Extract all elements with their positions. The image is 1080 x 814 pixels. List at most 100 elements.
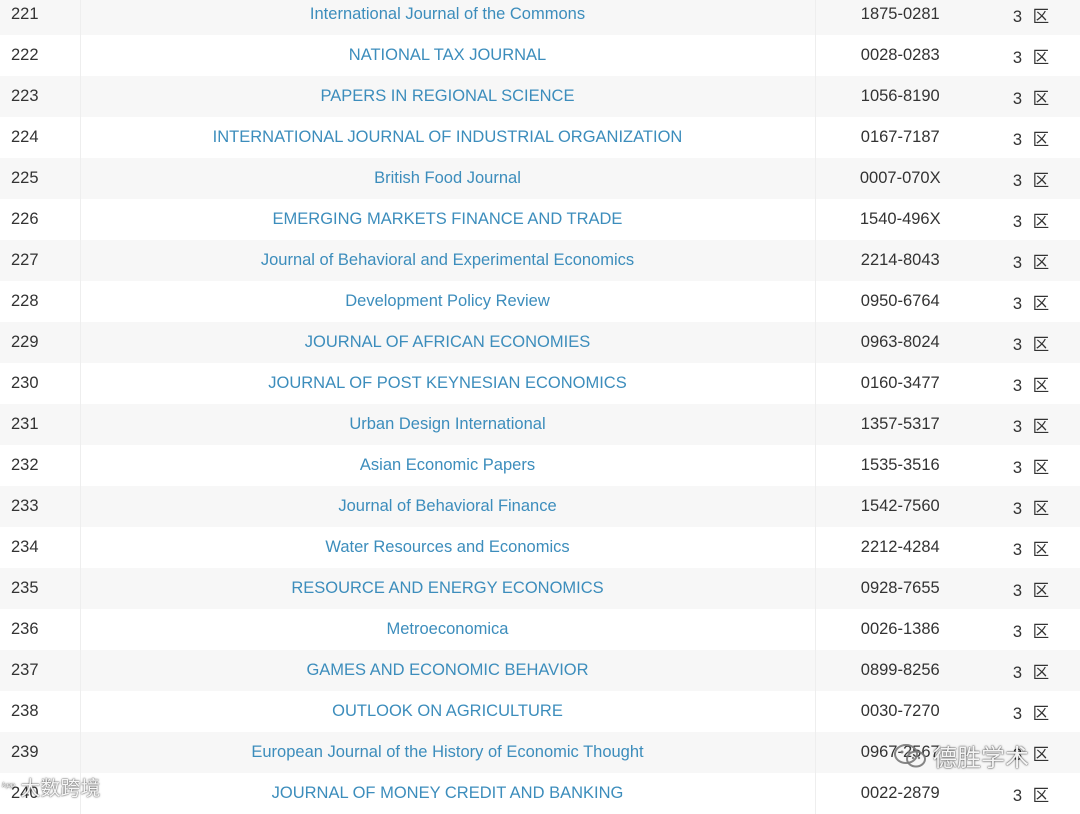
watermark-logo-icon: ᵏᵖᵖ (2, 779, 15, 794)
rank-cell: 233 (0, 486, 80, 527)
table-row: 234 Water Resources and Economics 2212-428… (0, 527, 1080, 568)
rank-cell: 239 (0, 732, 80, 773)
rank-cell: 228 (0, 281, 80, 322)
title-cell: Metroeconomica (79, 609, 815, 650)
journal-title-link[interactable]: Water Resources and Economics (325, 538, 569, 556)
zone-label: 3 区 (1012, 417, 1053, 436)
journal-title-link[interactable]: European Journal of the History of Econo… (251, 743, 643, 761)
zone-cell: 3 区 (985, 0, 1080, 35)
zone-label: 3 区 (1012, 622, 1053, 641)
journal-table: 221 International Journal of the Commons 1… (0, 0, 1080, 814)
journal-title-link[interactable]: Journal of Behavioral and Experimental E… (261, 251, 634, 269)
journal-title-link[interactable]: EMERGING MARKETS FINANCE AND TRADE (273, 210, 623, 228)
journal-title-link[interactable]: International Journal of the Commons (310, 5, 585, 23)
zone-label: 3 区 (1012, 130, 1053, 149)
zone-label: 3 区 (1012, 171, 1053, 190)
zone-label: 3 区 (1012, 7, 1053, 26)
journal-title-link[interactable]: JOURNAL OF AFRICAN ECONOMIES (305, 333, 590, 351)
rank-cell: 226 (0, 199, 80, 240)
title-cell: PAPERS IN REGIONAL SCIENCE (79, 76, 815, 117)
title-cell: Water Resources and Economics (79, 527, 815, 568)
table-body: 221 International Journal of the Commons 1… (0, 0, 1080, 814)
table-row: 223 PAPERS IN REGIONAL SCIENCE 1056-8190 3 … (0, 76, 1080, 117)
journal-title-link[interactable]: OUTLOOK ON AGRICULTURE (332, 702, 563, 720)
watermark-left-text: 大数跨境 (20, 776, 101, 800)
zone-cell: 3 区 (985, 486, 1080, 527)
title-cell: European Journal of the History of Econo… (79, 732, 815, 773)
wechat-icon (893, 742, 927, 770)
title-cell: JOURNAL OF POST KEYNESIAN ECONOMICS (79, 363, 815, 404)
journal-title-link[interactable]: INTERNATIONAL JOURNAL OF INDUSTRIAL ORGA… (213, 128, 683, 146)
issn-cell: 1875-0281 (814, 0, 985, 35)
zone-cell: 3 区 (985, 322, 1080, 363)
issn-cell: 0963-8024 (814, 322, 985, 363)
table-row: 237 GAMES AND ECONOMIC BEHAVIOR 0899-8256 3… (0, 650, 1080, 691)
title-cell: International Journal of the Commons (79, 0, 815, 35)
rank-cell: 222 (0, 35, 80, 76)
zone-label: 3 区 (1012, 581, 1053, 600)
title-cell: EMERGING MARKETS FINANCE AND TRADE (79, 199, 815, 240)
title-cell: RESOURCE AND ENERGY ECONOMICS (79, 568, 815, 609)
watermark-right: 德胜学术 (893, 738, 1029, 773)
issn-cell: 0028-0283 (814, 35, 985, 76)
table-row: 238 OUTLOOK ON AGRICULTURE 0030-7270 3 区 (0, 691, 1080, 732)
zone-cell: 3 区 (985, 650, 1080, 691)
zone-cell: 3 区 (985, 691, 1080, 732)
zone-label: 3 区 (1012, 786, 1053, 805)
journal-title-link[interactable]: Metroeconomica (387, 620, 509, 638)
issn-cell: 0030-7270 (814, 691, 985, 732)
issn-cell: 0026-1386 (814, 609, 985, 650)
zone-cell: 3 区 (985, 404, 1080, 445)
zone-label: 3 区 (1012, 335, 1053, 354)
table-row: 221 International Journal of the Commons 1… (0, 0, 1080, 35)
zone-cell: 3 区 (985, 199, 1080, 240)
rank-cell: 238 (0, 691, 80, 732)
watermark-right-text: 德胜学术 (933, 744, 1029, 772)
table-row: 227 Journal of Behavioral and Experimenta… (0, 240, 1080, 281)
issn-cell: 1540-496X (814, 199, 985, 240)
journal-title-link[interactable]: British Food Journal (374, 169, 521, 187)
journal-title-link[interactable]: GAMES AND ECONOMIC BEHAVIOR (306, 661, 588, 679)
rank-cell: 225 (0, 158, 80, 199)
table-row: 224 INTERNATIONAL JOURNAL OF INDUSTRIAL O… (0, 117, 1080, 158)
issn-cell: 2214-8043 (814, 240, 985, 281)
title-cell: British Food Journal (79, 158, 815, 199)
zone-label: 3 区 (1012, 294, 1053, 313)
issn-cell: 1357-5317 (814, 404, 985, 445)
zone-label: 3 区 (1012, 704, 1053, 723)
zone-label: 3 区 (1012, 499, 1053, 518)
journal-title-link[interactable]: Development Policy Review (345, 292, 550, 310)
journal-title-link[interactable]: Asian Economic Papers (360, 456, 535, 474)
title-cell: Asian Economic Papers (79, 445, 815, 486)
issn-cell: 1056-8190 (814, 76, 985, 117)
zone-label: 3 区 (1012, 212, 1053, 231)
rank-cell: 232 (0, 445, 80, 486)
title-cell: JOURNAL OF AFRICAN ECONOMIES (79, 322, 815, 363)
table-row: 235 RESOURCE AND ENERGY ECONOMICS 0928-765… (0, 568, 1080, 609)
journal-title-link[interactable]: Urban Design International (349, 415, 545, 433)
zone-cell: 3 区 (985, 568, 1080, 609)
watermark-left: ᵏᵖᵖ 大数跨境 (2, 772, 100, 801)
issn-cell: 2212-4284 (814, 527, 985, 568)
journal-title-link[interactable]: NATIONAL TAX JOURNAL (349, 46, 546, 64)
title-cell: NATIONAL TAX JOURNAL (79, 35, 815, 76)
zone-label: 3 区 (1012, 253, 1053, 272)
issn-cell: 0007-070X (814, 158, 985, 199)
journal-title-link[interactable]: RESOURCE AND ENERGY ECONOMICS (291, 579, 603, 597)
title-cell: OUTLOOK ON AGRICULTURE (79, 691, 815, 732)
table-row: 233 Journal of Behavioral Finance 1542-756… (0, 486, 1080, 527)
zone-cell: 3 区 (985, 527, 1080, 568)
title-cell: Urban Design International (79, 404, 815, 445)
journal-title-link[interactable]: JOURNAL OF MONEY CREDIT AND BANKING (272, 784, 624, 802)
journal-title-link[interactable]: JOURNAL OF POST KEYNESIAN ECONOMICS (268, 374, 626, 392)
zone-cell: 3 区 (985, 117, 1080, 158)
issn-cell: 0899-8256 (814, 650, 985, 691)
rank-cell: 224 (0, 117, 80, 158)
journal-title-link[interactable]: PAPERS IN REGIONAL SCIENCE (321, 87, 575, 105)
table-row: 230 JOURNAL OF POST KEYNESIAN ECONOMICS 01… (0, 363, 1080, 404)
rank-cell: 235 (0, 568, 80, 609)
journal-title-link[interactable]: Journal of Behavioral Finance (338, 497, 556, 515)
issn-cell: 0160-3477 (814, 363, 985, 404)
issn-cell: 1542-7560 (814, 486, 985, 527)
zone-cell: 3 区 (985, 158, 1080, 199)
